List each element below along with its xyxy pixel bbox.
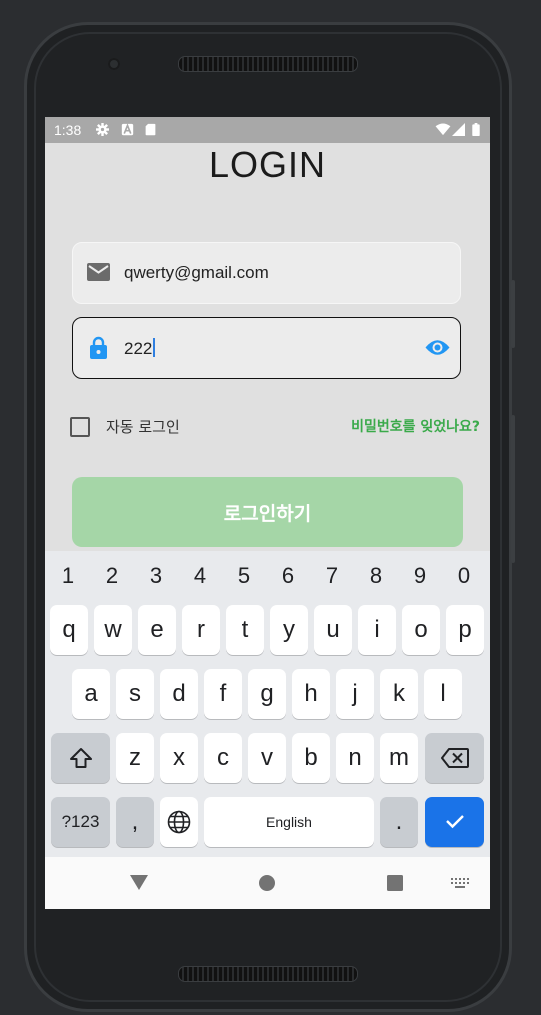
number-key[interactable]: 1 [48, 559, 88, 593]
done-key[interactable] [425, 797, 484, 847]
email-field[interactable]: qwerty@gmail.com [72, 242, 461, 304]
recents-nav-icon[interactable] [387, 875, 403, 891]
period-key[interactable]: . [380, 797, 418, 847]
letter-key[interactable]: l [424, 669, 462, 719]
number-key[interactable]: 4 [180, 559, 220, 593]
letter-key[interactable]: v [248, 733, 286, 783]
letter-key[interactable]: b [292, 733, 330, 783]
font-icon [121, 123, 134, 136]
soft-keyboard: 1234567890 qwertyuiop asdfghjkl zxcvbnm … [45, 551, 490, 857]
number-key[interactable]: 5 [224, 559, 264, 593]
number-key[interactable]: 9 [400, 559, 440, 593]
sd-card-icon [145, 123, 156, 136]
letter-key[interactable]: g [248, 669, 286, 719]
letter-key[interactable]: y [270, 605, 308, 655]
login-button[interactable]: 로그인하기 [72, 477, 463, 547]
letter-key[interactable]: m [380, 733, 418, 783]
backspace-key[interactable] [425, 733, 484, 783]
number-key[interactable]: 2 [92, 559, 132, 593]
text-cursor [153, 338, 156, 357]
number-key[interactable]: 8 [356, 559, 396, 593]
letter-key[interactable]: j [336, 669, 374, 719]
email-value: qwerty@gmail.com [124, 263, 269, 282]
number-key[interactable]: 3 [136, 559, 176, 593]
page-title: LOGIN [208, 144, 327, 185]
wifi-icon [435, 123, 451, 136]
letter-key[interactable]: s [116, 669, 154, 719]
letter-key[interactable]: c [204, 733, 242, 783]
home-nav-icon[interactable] [259, 875, 275, 891]
status-bar: 1:38 [45, 117, 490, 143]
letter-key[interactable]: h [292, 669, 330, 719]
letter-key[interactable]: p [446, 605, 484, 655]
visibility-icon[interactable] [425, 339, 450, 356]
email-icon [87, 263, 110, 281]
space-key[interactable]: English [204, 797, 374, 847]
letter-key[interactable]: k [380, 669, 418, 719]
language-key[interactable] [160, 797, 198, 847]
check-icon [445, 815, 464, 829]
letter-key[interactable]: x [160, 733, 198, 783]
letter-key[interactable]: f [204, 669, 242, 719]
forgot-password-link[interactable]: 비밀번호를 잊었나요? [351, 416, 480, 436]
letter-key[interactable]: e [138, 605, 176, 655]
auto-login-checkbox[interactable] [70, 417, 90, 437]
backspace-icon [440, 748, 469, 768]
symbols-key[interactable]: ?123 [51, 797, 110, 847]
battery-icon [472, 123, 480, 136]
letter-key[interactable]: u [314, 605, 352, 655]
power-button [511, 280, 515, 348]
front-camera [108, 58, 120, 70]
globe-icon [167, 810, 191, 834]
password-field[interactable]: 222 [72, 317, 461, 379]
letter-key[interactable]: w [94, 605, 132, 655]
lock-icon [90, 336, 107, 359]
top-speaker [178, 56, 358, 72]
number-key[interactable]: 7 [312, 559, 352, 593]
settings-icon [96, 123, 109, 136]
letter-key[interactable]: t [226, 605, 264, 655]
letter-key[interactable]: d [160, 669, 198, 719]
keyboard-switch-icon[interactable] [451, 878, 469, 888]
back-nav-icon[interactable] [130, 875, 148, 890]
letter-key[interactable]: o [402, 605, 440, 655]
password-value: 222 [124, 338, 156, 359]
comma-key[interactable]: , [116, 797, 154, 847]
status-time: 1:38 [54, 122, 82, 138]
screen: 1:38 LOGIN qwerty@gmail.com 222 자동 로그인 비… [45, 117, 490, 909]
letter-key[interactable]: a [72, 669, 110, 719]
letter-key[interactable]: q [50, 605, 88, 655]
letter-key[interactable]: r [182, 605, 220, 655]
letter-key[interactable]: i [358, 605, 396, 655]
auto-login-label: 자동 로그인 [106, 418, 180, 436]
navigation-bar [45, 857, 490, 909]
bottom-speaker [178, 966, 358, 982]
shift-key[interactable] [51, 733, 110, 783]
volume-button [511, 415, 515, 563]
shift-icon [69, 748, 92, 768]
signal-icon [452, 123, 465, 136]
number-key[interactable]: 6 [268, 559, 308, 593]
number-key[interactable]: 0 [444, 559, 484, 593]
letter-key[interactable]: n [336, 733, 374, 783]
letter-key[interactable]: z [116, 733, 154, 783]
